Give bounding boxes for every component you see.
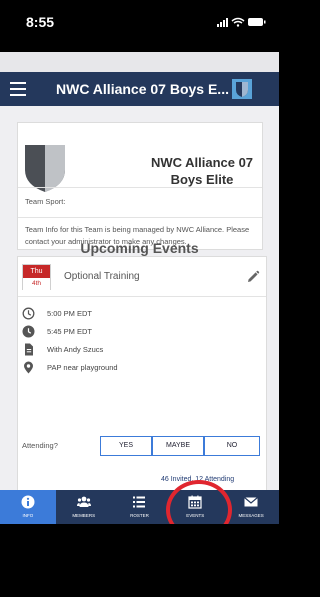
event-day-of-week: Thu — [23, 265, 50, 278]
event-end-time: 5:45 PM EDT — [47, 327, 93, 336]
bottom-bar — [0, 524, 279, 597]
status-time: 8:55 — [26, 14, 55, 30]
edit-pencil-icon[interactable] — [246, 270, 260, 284]
clock-outline-icon — [22, 307, 35, 320]
menu-icon[interactable] — [10, 82, 26, 96]
tab-info[interactable]: INFO — [0, 490, 56, 524]
team-logo-icon[interactable] — [232, 79, 252, 99]
wifi-icon — [231, 17, 245, 27]
page-title: NWC Alliance 07 Boys E... — [56, 81, 229, 97]
team-name-line1: NWC Alliance 07 — [150, 155, 254, 170]
event-day: 4th — [23, 278, 50, 290]
tab-bar: INFO MEMBERS ROSTER EVENTS MESSAGES — [0, 490, 279, 524]
divider — [18, 217, 262, 218]
event-start-time: 5:00 PM EDT — [47, 309, 93, 318]
event-location-row: PAP near playground — [18, 360, 268, 376]
event-name[interactable]: Optional Training — [64, 271, 140, 282]
info-icon — [21, 495, 35, 509]
event-date-badge: Thu 4th — [22, 264, 51, 290]
location-pin-icon — [24, 361, 33, 374]
status-bar: 8:55 — [0, 0, 279, 52]
team-name-line2: Boys Elite — [170, 172, 234, 187]
attending-label: Attending? — [22, 441, 58, 450]
event-with-row: With Andy Szucs — [18, 342, 268, 358]
event-with: With Andy Szucs — [47, 345, 104, 354]
team-card: NWC Alliance 07 Boys Elite Team Sport: T… — [17, 122, 263, 250]
roster-icon — [133, 496, 146, 508]
event-card[interactable]: Thu 4th Optional Training 5:00 PM EDT 5:… — [17, 256, 267, 490]
battery-icon — [248, 18, 266, 26]
event-location[interactable]: PAP near playground — [47, 363, 118, 372]
divider — [18, 296, 266, 297]
event-start-row: 5:00 PM EDT — [18, 306, 268, 322]
team-sport-label: Team Sport: — [25, 197, 66, 206]
rsvp-no-button[interactable]: NO — [204, 436, 260, 456]
document-icon — [25, 343, 33, 356]
clock-filled-icon — [22, 325, 35, 338]
envelope-icon — [244, 497, 258, 507]
main-content[interactable]: NWC Alliance 07 Boys Elite Team Sport: T… — [0, 106, 279, 490]
tab-members[interactable]: MEMBERS — [56, 490, 112, 524]
divider — [18, 187, 262, 188]
top-spacer — [0, 52, 279, 72]
tab-members-label: MEMBERS — [72, 513, 96, 518]
app-header: NWC Alliance 07 Boys E... — [0, 72, 279, 106]
rsvp-yes-button[interactable]: YES — [100, 436, 152, 456]
tab-info-label: INFO — [22, 513, 34, 518]
team-shield-icon — [25, 145, 65, 192]
event-end-row: 5:45 PM EDT — [18, 324, 268, 340]
upcoming-events-title: Upcoming Events — [80, 240, 199, 256]
team-name: NWC Alliance 07 Boys Elite — [146, 154, 258, 188]
status-icons — [217, 17, 266, 27]
members-icon — [76, 496, 91, 507]
rsvp-maybe-button[interactable]: MAYBE — [152, 436, 204, 456]
tab-roster-label: ROSTER — [130, 513, 149, 518]
signal-icon — [217, 18, 228, 27]
tab-roster[interactable]: ROSTER — [112, 490, 168, 524]
